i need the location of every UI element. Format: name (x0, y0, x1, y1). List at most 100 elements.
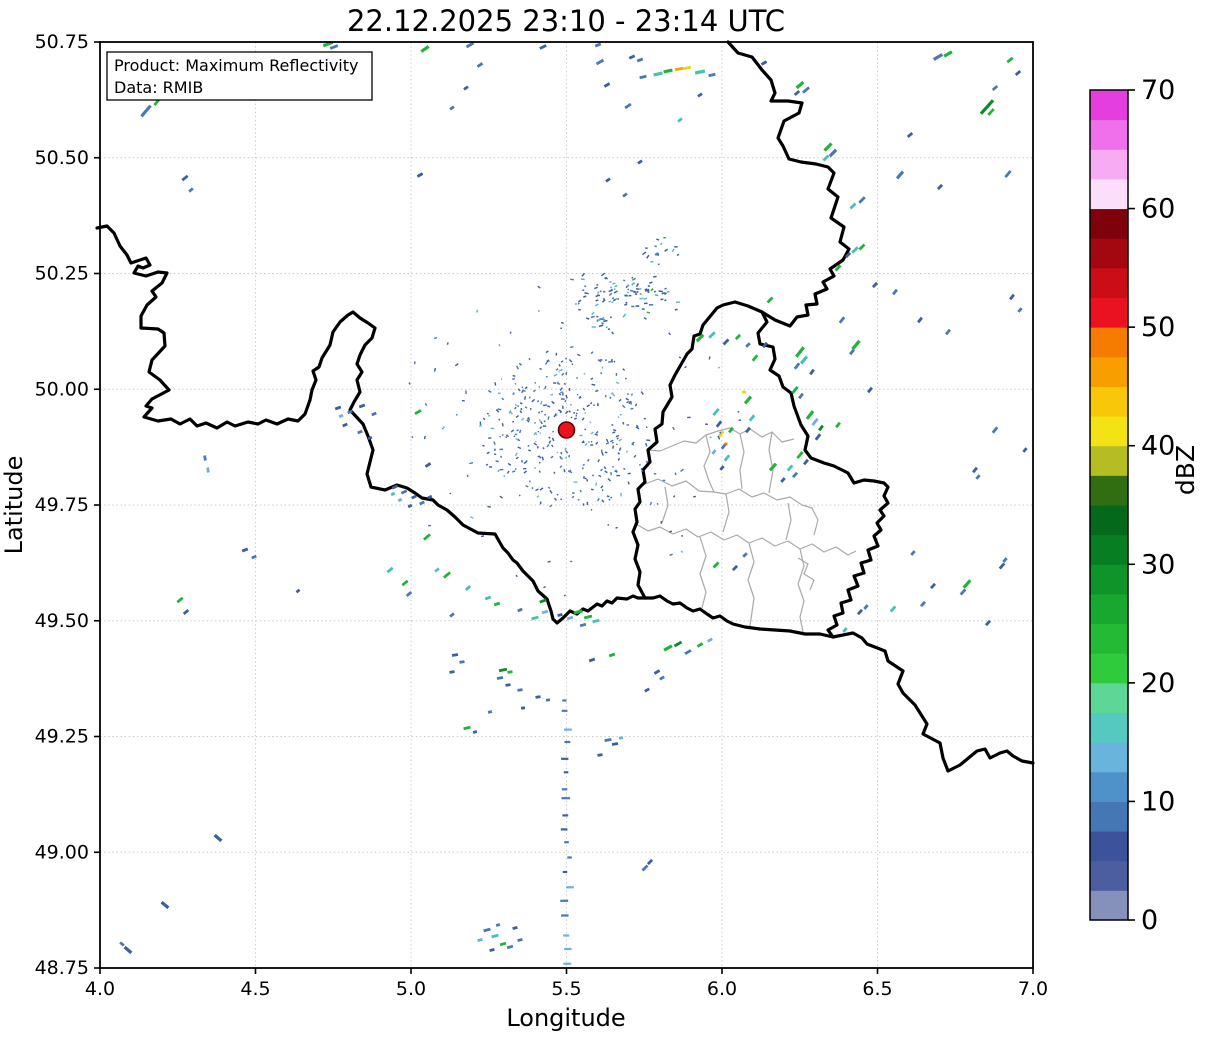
echo-streak (497, 678, 503, 679)
echo-streak (514, 436, 515, 437)
echo-streak (613, 446, 614, 449)
echo-streak (582, 273, 584, 276)
region-border (798, 558, 814, 590)
colorbar-segment (1090, 564, 1128, 594)
echo-streak (595, 390, 598, 391)
colorbar-segment (1090, 446, 1128, 476)
echo-streak (473, 732, 477, 733)
echo-streak (542, 611, 548, 613)
echo-streak (534, 443, 537, 445)
echo-streak (516, 457, 518, 459)
echo-streak (485, 597, 491, 599)
echo-streak (599, 475, 601, 476)
echo-streak (825, 144, 832, 151)
echo-streak (1010, 295, 1014, 300)
colorbar-segment (1090, 209, 1128, 239)
echo-streak (508, 471, 509, 474)
echo-streak (627, 425, 630, 426)
echo-streak (816, 434, 820, 440)
echo-streak (644, 418, 646, 419)
echo-streak (614, 291, 618, 293)
echo-streak (499, 669, 507, 670)
echo-streak (603, 321, 607, 322)
echo-streak (564, 595, 566, 596)
echo-streak (677, 255, 679, 256)
echo-streak (597, 321, 598, 322)
echo-streak (591, 352, 593, 354)
echo-streak (498, 470, 499, 472)
echo-streak (662, 293, 665, 294)
echo-streak (529, 417, 530, 421)
echo-streak (464, 727, 471, 729)
echo-streak (819, 426, 823, 431)
echo-streak (623, 369, 625, 371)
echo-streak (547, 444, 549, 447)
echo-streak (993, 86, 998, 90)
echo-streak (918, 318, 922, 323)
echo-streak (596, 300, 599, 301)
echo-streak (813, 419, 818, 425)
colorbar-segment (1090, 327, 1128, 357)
colorbar-segment (1090, 416, 1128, 446)
echo-streak (931, 584, 935, 588)
echo-streak (348, 411, 353, 413)
x-tick-label: 6.0 (707, 978, 737, 1000)
echo-streak (674, 496, 675, 498)
echo-streak (797, 82, 804, 88)
echo-streak (630, 290, 634, 291)
echo-streak (407, 592, 412, 596)
echo-streak (492, 935, 499, 937)
echo-streak (515, 468, 516, 469)
echo-streak (681, 551, 683, 552)
echo-streak (632, 444, 634, 446)
echo-streak (599, 325, 603, 326)
colorbar-segment (1090, 298, 1128, 328)
echo-streak (697, 644, 702, 647)
echo-streak (609, 290, 613, 292)
echo-streak (330, 46, 338, 49)
echo-streak (859, 197, 865, 203)
echo-streak (709, 332, 715, 338)
echo-streak (623, 194, 627, 197)
echo-streak (488, 712, 492, 713)
echo-streak (713, 409, 718, 415)
echo-streak (793, 387, 798, 393)
echo-streak (673, 427, 675, 430)
echo-streak (570, 279, 574, 280)
echo-streak (619, 439, 622, 441)
colorbar-segment (1090, 386, 1128, 416)
echo-streak (557, 452, 558, 453)
echo-streak (569, 411, 571, 413)
echo-streak (481, 536, 484, 537)
echo-streak (626, 302, 628, 303)
echo-streak (634, 455, 636, 457)
echo-streak (520, 411, 522, 413)
echo-streak (781, 478, 784, 482)
echo-streak (184, 610, 189, 614)
echo-streak (540, 488, 543, 490)
echo-streak (556, 369, 558, 371)
echo-streak (536, 489, 539, 491)
echo-streak (398, 499, 402, 501)
echo-streak (581, 279, 585, 280)
echo-streak (801, 357, 807, 364)
echo-streak (598, 460, 600, 462)
region-border (748, 543, 754, 626)
echo-streak (606, 443, 609, 444)
echo-streak (499, 419, 500, 420)
echo-streak (604, 84, 609, 87)
echo-streak (515, 405, 516, 406)
echo-streak (508, 463, 511, 465)
echo-streak (517, 366, 519, 370)
echo-streak (450, 107, 454, 110)
echo-streak (415, 410, 421, 414)
echo-streak (873, 283, 877, 287)
echo-streak (605, 360, 607, 361)
echo-streak (578, 300, 581, 302)
echo-streak (567, 617, 573, 619)
echo-streak (743, 553, 747, 557)
echo-streak (605, 471, 608, 473)
echo-streak (644, 318, 647, 320)
echo-streak (770, 464, 776, 471)
echo-streak (560, 392, 562, 393)
